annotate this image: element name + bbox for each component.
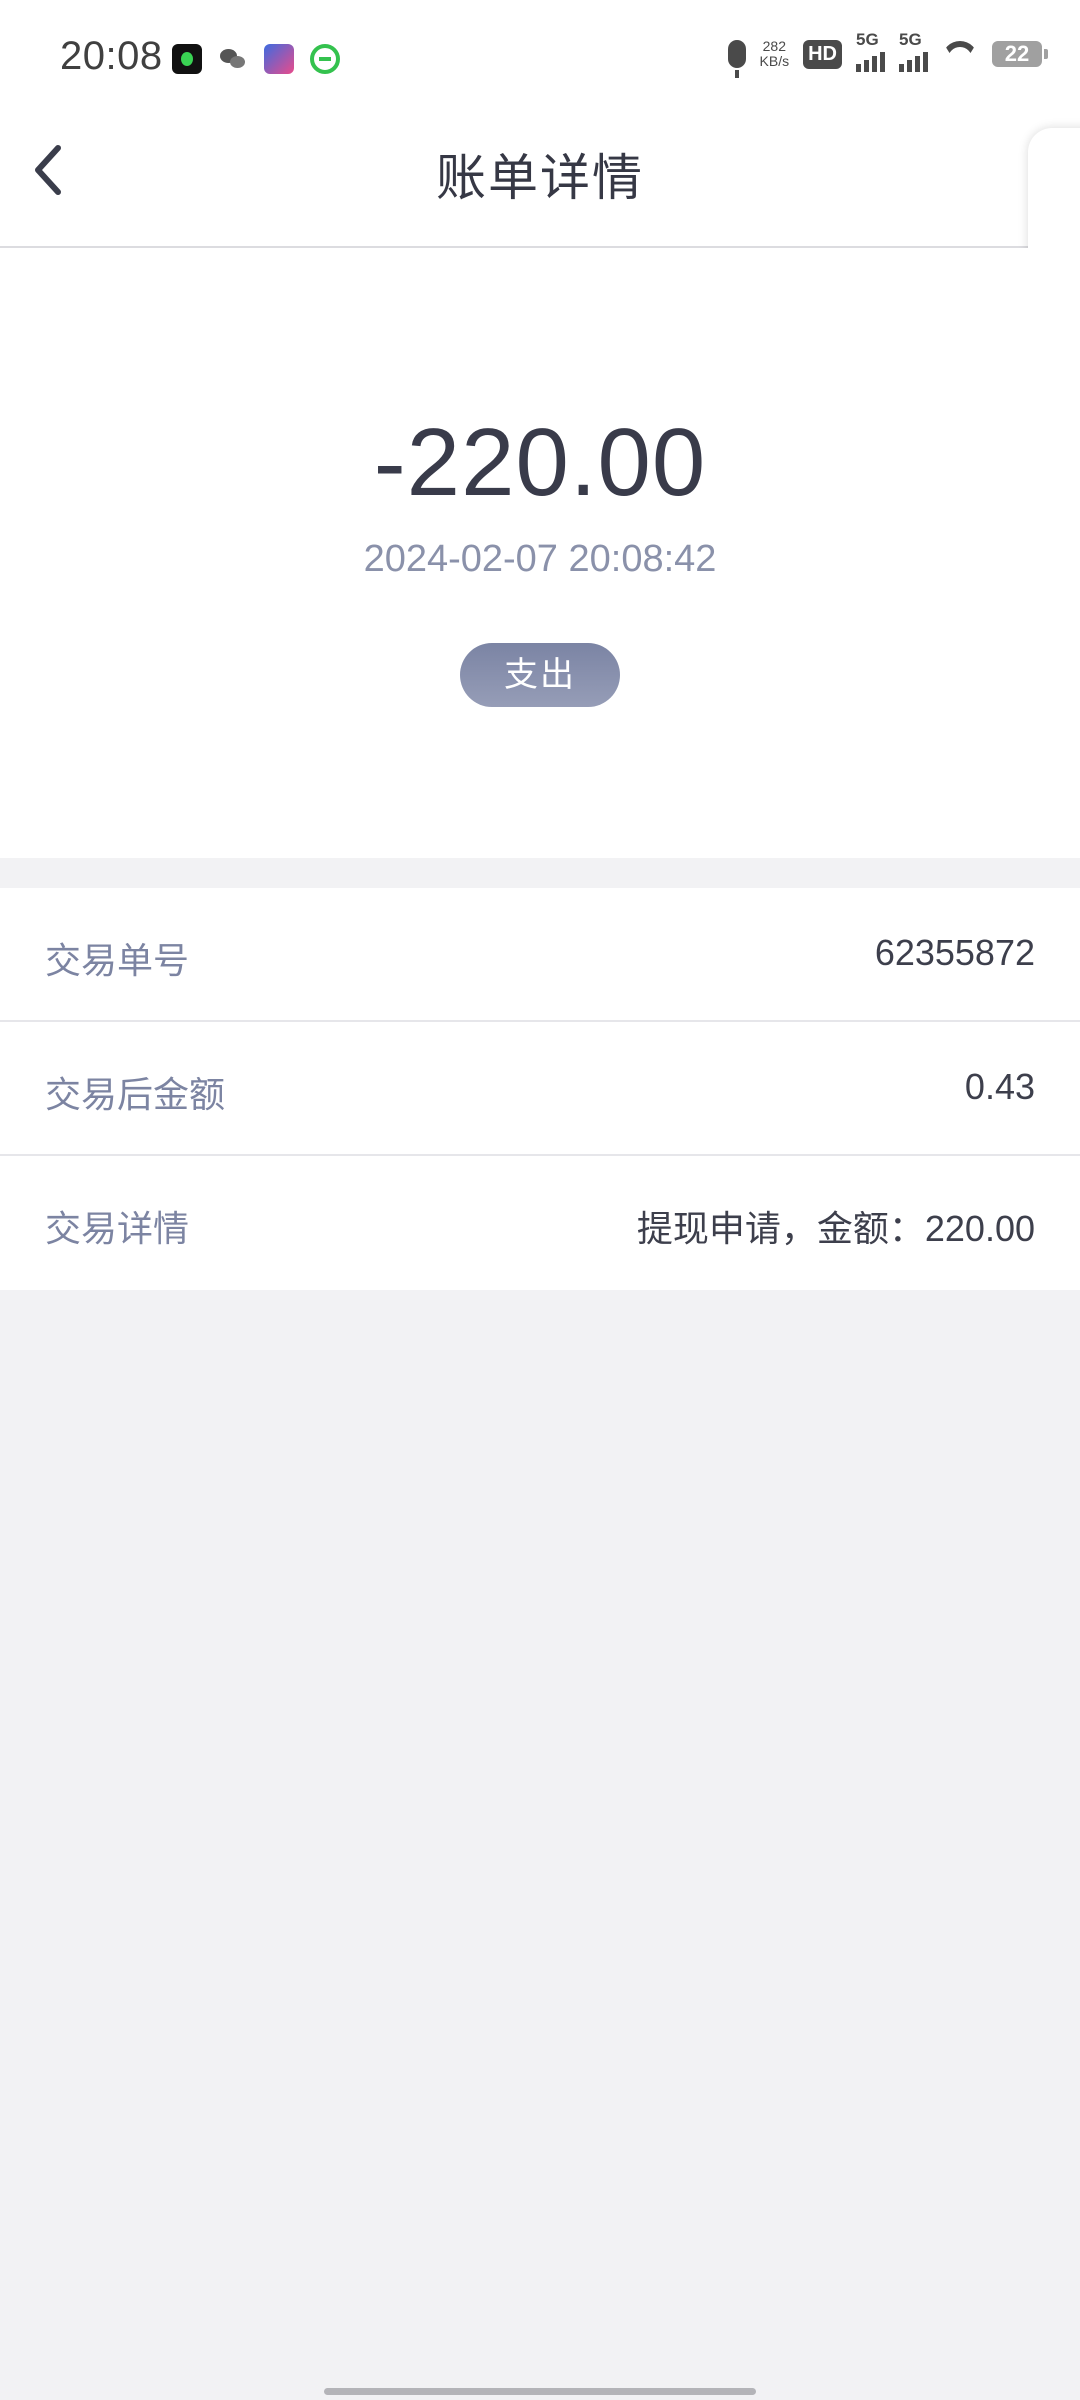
- signal-icon: 5G: [899, 30, 928, 72]
- detail-value: 0.43: [964, 1066, 1035, 1107]
- status-time: 20:08: [60, 34, 163, 78]
- network-speed-value: 282: [762, 38, 786, 54]
- detail-label: 交易后金额: [45, 1074, 226, 1115]
- mic-icon: [727, 40, 746, 78]
- page-title: 账单详情: [436, 150, 644, 206]
- network-speed-unit: KB/s: [759, 53, 790, 69]
- game-app-icon: [264, 44, 294, 74]
- transaction-type-badge: 支出: [460, 643, 620, 707]
- wechat-icon: [218, 44, 248, 74]
- battery-icon: 22: [992, 41, 1048, 67]
- system-indicators: 282 KB/s HD 5G 5G 22: [727, 30, 1048, 78]
- network-speed: 282 KB/s: [760, 39, 790, 69]
- wifi-icon: [942, 41, 978, 67]
- detail-row-balance-after: 交易后金额 0.43: [0, 1022, 1080, 1156]
- status-bar: 20:08 282 KB/s HD 5G 5G 22: [0, 0, 1080, 120]
- detail-value: 62355872: [874, 932, 1035, 973]
- transaction-datetime: 2024-02-07 20:08:42: [363, 538, 717, 580]
- detail-value: 提现申请，金额：220.00: [636, 1208, 1035, 1249]
- green-app-icon: [310, 44, 340, 74]
- signal-2-label: 5G: [899, 30, 922, 49]
- home-indicator[interactable]: [324, 2388, 756, 2395]
- detail-row-transaction-detail: 交易详情 提现申请，金额：220.00: [0, 1156, 1080, 1290]
- detail-label: 交易单号: [45, 940, 190, 981]
- app-icon: [172, 44, 202, 74]
- detail-row-order-number: 交易单号 62355872: [0, 888, 1080, 1022]
- transaction-amount: -220.00: [373, 409, 707, 516]
- bill-summary: -220.00 2024-02-07 20:08:42 支出: [0, 248, 1080, 858]
- transaction-details-list: 交易单号 62355872 交易后金额 0.43 交易详情 提现申请，金额：22…: [0, 888, 1080, 1290]
- hd-icon: HD: [803, 39, 842, 69]
- notification-icons: [172, 44, 340, 74]
- detail-label: 交易详情: [45, 1208, 190, 1249]
- signal-icon: 5G: [856, 30, 885, 72]
- signal-1-label: 5G: [856, 30, 879, 49]
- navigation-header: 账单详情: [0, 120, 1080, 248]
